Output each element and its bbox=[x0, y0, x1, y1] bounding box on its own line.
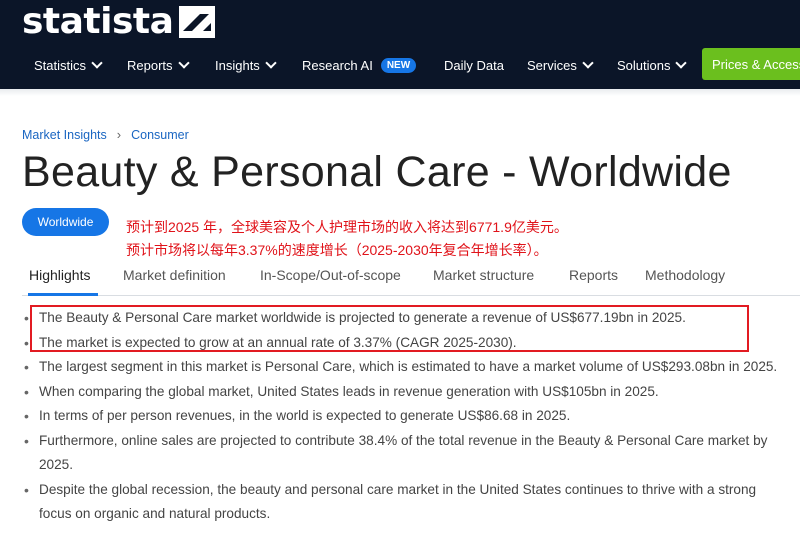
annotation-line-1: 预计到2025 年，全球美容及个人护理市场的收入将达到6771.9亿美元。 bbox=[126, 219, 568, 235]
nav-services[interactable]: Services bbox=[527, 52, 594, 78]
nav-label: Solutions bbox=[617, 57, 671, 73]
statista-logo[interactable]: statista bbox=[22, 1, 216, 42]
chevron-down-icon bbox=[265, 56, 277, 69]
nav-label: Daily Data bbox=[444, 57, 504, 73]
nav-solutions[interactable]: Solutions bbox=[617, 52, 688, 78]
page-title: Beauty & Personal Care - Worldwide bbox=[22, 148, 732, 196]
breadcrumb-market-insights[interactable]: Market Insights bbox=[22, 128, 107, 142]
nav-research-ai[interactable]: Research AI NEW bbox=[302, 52, 417, 78]
active-tab-indicator bbox=[28, 293, 98, 296]
list-item: When comparing the global market, United… bbox=[22, 380, 792, 405]
list-item: Furthermore, online sales are projected … bbox=[22, 429, 792, 478]
tab-market-definition[interactable]: Market definition bbox=[123, 267, 226, 283]
breadcrumb: Market Insights › Consumer bbox=[22, 127, 189, 142]
chevron-down-icon bbox=[91, 56, 103, 69]
top-navigation-bar: statista Statistics Reports Insights Res… bbox=[0, 0, 800, 89]
annotation-line-2: 预计市场将以每年3.37%的速度增长（2025-2030年复合年增长率）。 bbox=[126, 242, 548, 258]
main-nav: Statistics Reports Insights Research AI N… bbox=[0, 52, 800, 78]
prices-access-button[interactable]: Prices & Access bbox=[702, 48, 800, 80]
chevron-down-icon bbox=[177, 56, 190, 69]
nav-insights[interactable]: Insights bbox=[215, 52, 277, 78]
nav-label: Services bbox=[527, 57, 577, 73]
red-highlight-box bbox=[30, 305, 749, 352]
breadcrumb-consumer[interactable]: Consumer bbox=[131, 128, 189, 142]
tab-methodology[interactable]: Methodology bbox=[645, 267, 725, 283]
nav-daily-data[interactable]: Daily Data bbox=[444, 52, 504, 78]
new-badge: NEW bbox=[380, 57, 417, 73]
nav-label: Statistics bbox=[34, 57, 87, 73]
chevron-down-icon bbox=[582, 56, 594, 69]
region-pill-worldwide[interactable]: Worldwide bbox=[22, 208, 109, 236]
header-shadow bbox=[0, 89, 800, 96]
tab-in-scope-out-of-scope[interactable]: In-Scope/Out-of-scope bbox=[260, 267, 401, 283]
list-item: Despite the global recession, the beauty… bbox=[22, 478, 792, 527]
chevron-right-icon: › bbox=[116, 127, 122, 142]
list-item: In terms of per person revenues, in the … bbox=[22, 404, 792, 429]
chevron-down-icon bbox=[675, 56, 688, 69]
nav-label: Research AI bbox=[302, 57, 373, 73]
nav-label: Insights bbox=[215, 57, 260, 73]
nav-label: Reports bbox=[127, 57, 173, 73]
tab-reports[interactable]: Reports bbox=[569, 267, 618, 283]
nav-reports[interactable]: Reports bbox=[127, 52, 190, 78]
section-tabs: Highlights Market definition In-Scope/Ou… bbox=[22, 262, 800, 296]
logo-text: statista bbox=[22, 1, 174, 42]
tab-highlights[interactable]: Highlights bbox=[29, 267, 90, 283]
list-item: The largest segment in this market is Pe… bbox=[22, 355, 792, 380]
tab-market-structure[interactable]: Market structure bbox=[433, 267, 534, 283]
nav-statistics[interactable]: Statistics bbox=[34, 52, 103, 78]
logo-mark-icon bbox=[179, 6, 216, 38]
